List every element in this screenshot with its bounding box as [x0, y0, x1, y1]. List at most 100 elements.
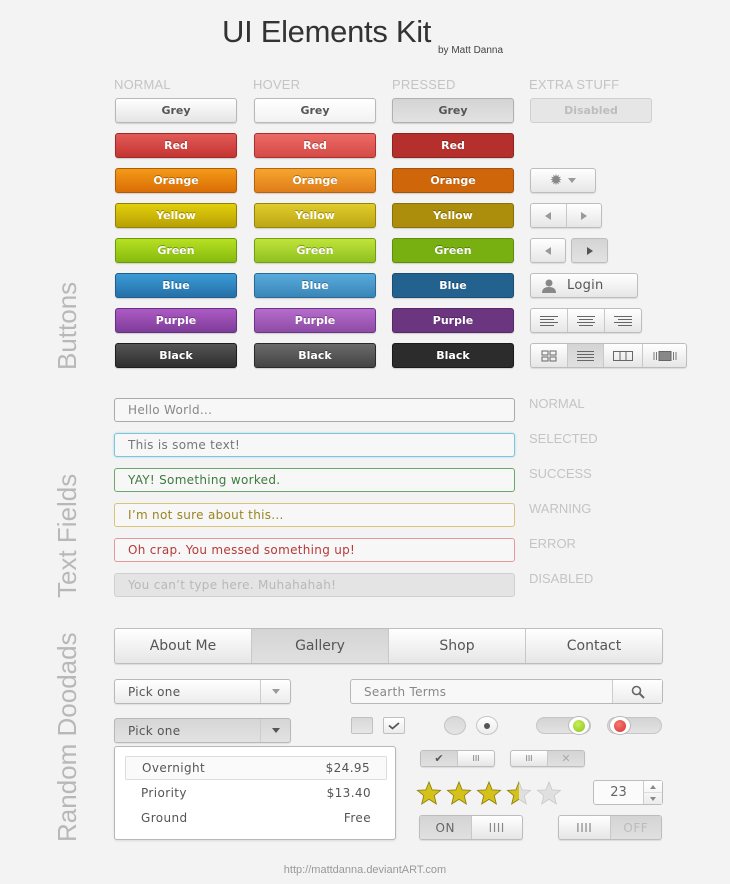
next-button-pressed[interactable]: [571, 238, 608, 263]
orange-button-hover[interactable]: Orange: [254, 168, 376, 193]
columns-icon: [613, 350, 633, 361]
nav-item-shop[interactable]: Shop: [389, 629, 526, 663]
select-open-arrow: [260, 719, 290, 742]
grey-button-normal[interactable]: Grey: [115, 98, 237, 123]
purple-button-normal[interactable]: Purple: [115, 308, 237, 333]
yellow-button-pressed[interactable]: Yellow: [392, 203, 514, 228]
search-button[interactable]: [612, 680, 662, 703]
green-button-normal[interactable]: Green: [115, 238, 237, 263]
option-price: $24.95: [325, 761, 370, 775]
list-view-button[interactable]: [568, 344, 604, 367]
star-filled-icon[interactable]: [414, 781, 443, 805]
stepper-value[interactable]: 23: [594, 781, 644, 804]
arrow-left-icon: [545, 211, 552, 220]
search-box: [350, 679, 663, 704]
star-empty-icon[interactable]: [534, 781, 563, 805]
text-field-success[interactable]: YAY! Something worked.: [114, 468, 515, 492]
star-filled-icon[interactable]: [444, 781, 473, 805]
red-button-normal[interactable]: Red: [115, 133, 237, 158]
prev-button-separate[interactable]: [530, 238, 566, 263]
purple-button-pressed[interactable]: Purple: [392, 308, 514, 333]
red-indicator-icon: [614, 719, 626, 732]
option-price: Free: [343, 811, 371, 825]
dropdown-option-overnight[interactable]: Overnight $24.95: [125, 756, 387, 780]
checkbox-checked[interactable]: [383, 717, 405, 734]
chevron-down-icon: [271, 728, 280, 733]
checkbox-unchecked[interactable]: [351, 717, 373, 734]
checkmark-icon: [388, 721, 400, 730]
green-button-hover[interactable]: Green: [254, 238, 376, 263]
blue-button-pressed[interactable]: Blue: [392, 273, 514, 298]
text-field-error[interactable]: Oh crap. You messed something up!: [114, 538, 515, 562]
grey-button-hover[interactable]: Grey: [254, 98, 376, 123]
green-button-pressed[interactable]: Green: [392, 238, 514, 263]
text-field-selected[interactable]: This is some text!: [114, 433, 515, 457]
mini-toggle-grip: III: [472, 754, 480, 763]
select-open[interactable]: Pick one: [114, 718, 291, 743]
yellow-button-hover[interactable]: Yellow: [254, 203, 376, 228]
align-right-button[interactable]: [605, 309, 641, 332]
x-icon: ✕: [548, 751, 584, 766]
next-button[interactable]: [567, 204, 602, 227]
switch-grip: IIII: [488, 820, 505, 835]
next-button-face: [572, 239, 607, 262]
black-button-pressed[interactable]: Black: [392, 343, 514, 368]
nav-item-about-me[interactable]: About Me: [115, 629, 252, 663]
settings-dropdown-button[interactable]: ✹: [530, 168, 596, 193]
black-button-normal[interactable]: Black: [115, 343, 237, 368]
chevron-down-icon: [271, 689, 280, 694]
dropdown-option-ground[interactable]: Ground Free: [125, 806, 387, 830]
option-label: Priority: [141, 786, 187, 800]
text-align-group: [530, 308, 642, 333]
prev-button[interactable]: [531, 204, 567, 227]
star-half-icon[interactable]: [504, 781, 533, 805]
switch-on[interactable]: ON IIII: [419, 815, 523, 840]
settings-button-inner[interactable]: ✹: [531, 169, 595, 192]
radio-unselected[interactable]: [444, 716, 466, 735]
text-field-state-label: ERROR: [529, 536, 576, 551]
stepper-up-button[interactable]: [644, 781, 662, 793]
nav-item-contact[interactable]: Contact: [526, 629, 662, 663]
dropdown-option-priority[interactable]: Priority $13.40: [125, 781, 387, 805]
stepper-down-button[interactable]: [644, 793, 662, 804]
select-closed-value: Pick one: [128, 684, 181, 699]
column-head-hover: HOVER: [253, 77, 301, 92]
grey-button-pressed[interactable]: Grey: [392, 98, 514, 123]
text-field-state-label: DISABLED: [529, 571, 594, 586]
column-view-button[interactable]: [604, 344, 643, 367]
radio-selected[interactable]: [476, 716, 498, 735]
pager-group: [530, 203, 602, 228]
text-field-normal[interactable]: Hello World...: [114, 398, 515, 422]
option-label: Ground: [141, 811, 188, 825]
byline: by Matt Danna: [438, 45, 504, 56]
blue-button-hover[interactable]: Blue: [254, 273, 376, 298]
select-closed[interactable]: Pick one: [114, 679, 291, 704]
login-button[interactable]: Login: [530, 273, 638, 298]
login-button-face: Login: [531, 274, 637, 297]
pill-toggle-off[interactable]: [607, 716, 662, 735]
red-button-hover[interactable]: Red: [254, 133, 376, 158]
switch-off[interactable]: IIII OFF: [558, 815, 662, 840]
switch-off-label: OFF: [610, 816, 661, 839]
nav-item-gallery[interactable]: Gallery: [252, 629, 389, 663]
purple-button-hover[interactable]: Purple: [254, 308, 376, 333]
align-left-button[interactable]: [531, 309, 568, 332]
search-icon: [631, 685, 645, 699]
blue-button-normal[interactable]: Blue: [115, 273, 237, 298]
pill-toggle-on[interactable]: [536, 716, 591, 735]
align-center-button[interactable]: [568, 309, 605, 332]
star-rating[interactable]: [414, 781, 563, 805]
black-button-hover[interactable]: Black: [254, 343, 376, 368]
select-closed-arrow: [260, 680, 290, 703]
red-button-pressed[interactable]: Red: [392, 133, 514, 158]
orange-button-pressed[interactable]: Orange: [392, 168, 514, 193]
grid-view-button[interactable]: [531, 344, 568, 367]
yellow-button-normal[interactable]: Yellow: [115, 203, 237, 228]
mini-toggle-check[interactable]: ✔ III: [420, 750, 495, 767]
text-field-warning[interactable]: I’m not sure about this...: [114, 503, 515, 527]
orange-button-normal[interactable]: Orange: [115, 168, 237, 193]
search-input[interactable]: [351, 680, 612, 703]
star-filled-icon[interactable]: [474, 781, 503, 805]
coverflow-view-button[interactable]: [643, 344, 686, 367]
mini-toggle-x[interactable]: III ✕: [510, 750, 585, 767]
